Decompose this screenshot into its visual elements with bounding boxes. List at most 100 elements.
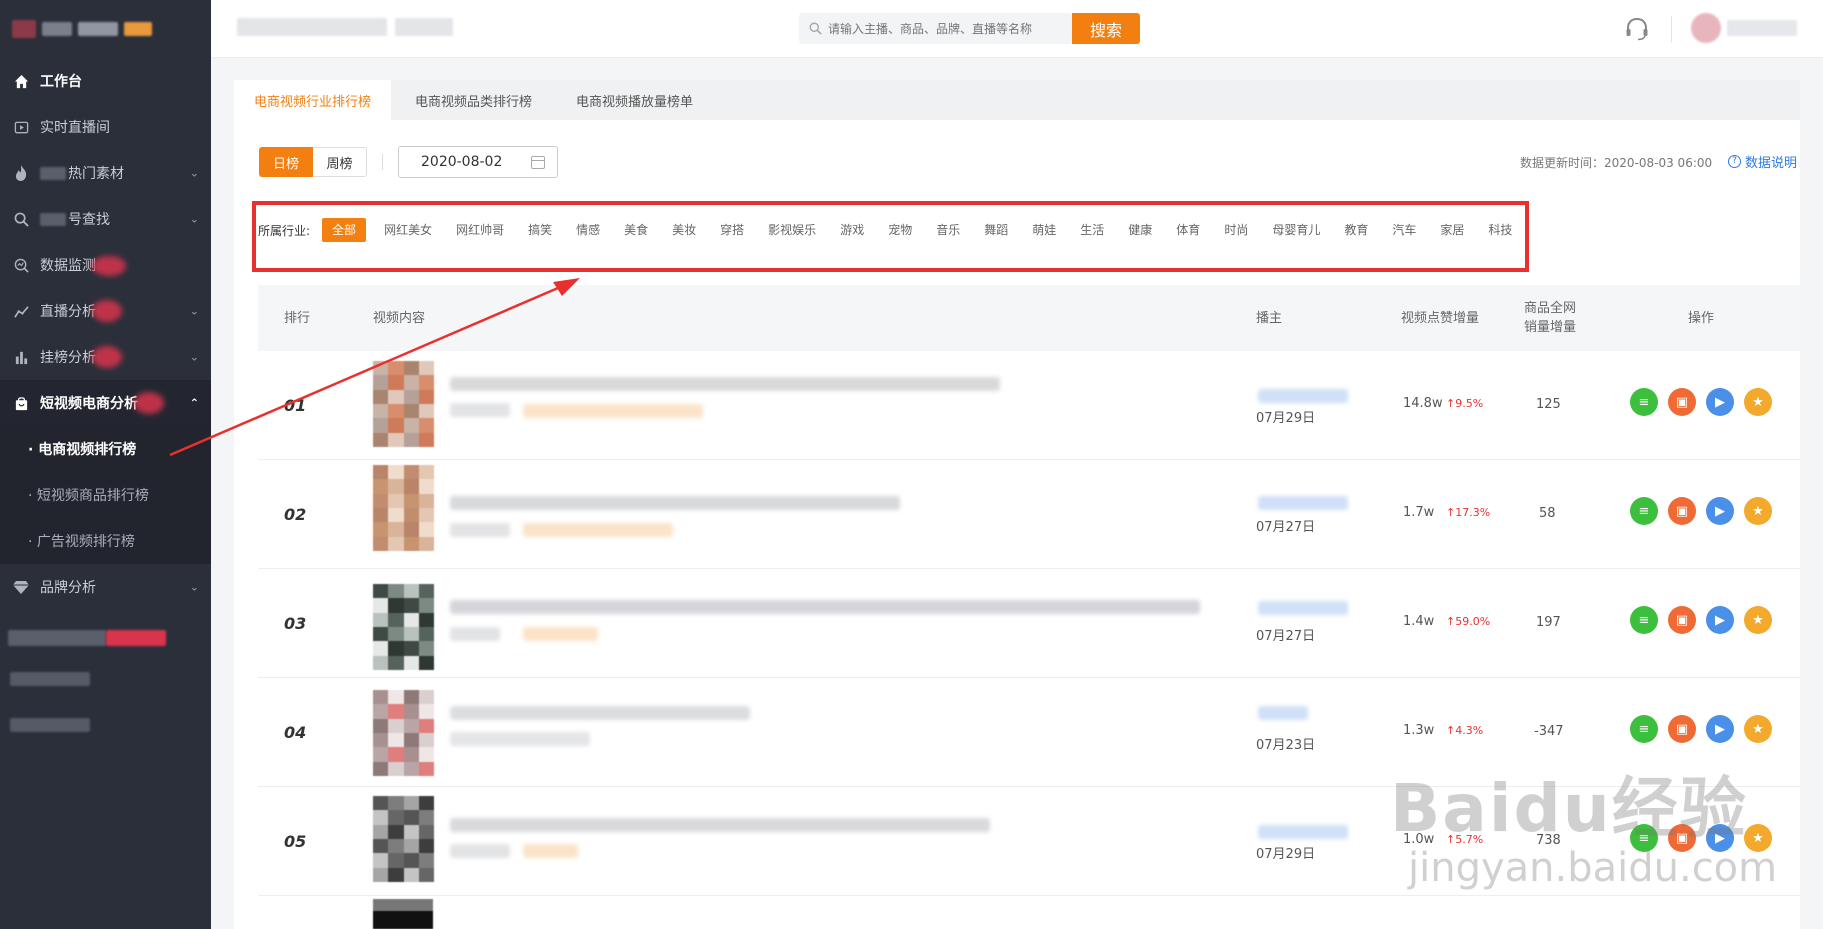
blurred-meta	[450, 732, 590, 746]
video-thumbnail[interactable]	[373, 796, 434, 882]
search-button[interactable]: 搜索	[1072, 13, 1140, 44]
daily-button[interactable]: 日榜	[259, 147, 313, 177]
video-thumbnail[interactable]	[373, 361, 434, 447]
table-row[interactable]: 05 07月29日 1.0w ↑5.7% 738 ≡ ▣ ▶ ★	[258, 787, 1800, 896]
play-button[interactable]: ▶	[1706, 497, 1734, 525]
chevron-down-icon: ⌄	[189, 350, 199, 364]
detail-list-button[interactable]: ≡	[1630, 606, 1658, 634]
tab-industry-ranking[interactable]: 电商视频行业排行榜	[234, 80, 392, 120]
detail-list-button[interactable]: ≡	[1630, 824, 1658, 852]
sidebar-sub-ad-video-ranking[interactable]: · 广告视频排行榜	[0, 518, 211, 564]
video-thumbnail[interactable]	[373, 690, 434, 776]
detail-list-button[interactable]: ≡	[1630, 497, 1658, 525]
tab-play-count-ranking[interactable]: 电商视频播放量榜单	[556, 80, 714, 120]
product-bag-button[interactable]: ▣	[1668, 388, 1696, 416]
sidebar-item-live-room[interactable]: 实时直播间	[0, 104, 211, 150]
data-help-link[interactable]: ? 数据说明	[1728, 152, 1797, 171]
favorite-star-button[interactable]: ★	[1744, 388, 1772, 416]
blurred-title	[450, 600, 1200, 614]
sidebar-item-hot-material[interactable]: 热门素材 ⌄	[0, 150, 211, 196]
blurred-title	[450, 377, 1000, 391]
blurred-title	[450, 818, 990, 832]
date-picker[interactable]: 2020-08-02	[398, 146, 558, 178]
blurred-sidebar-entries	[0, 620, 211, 748]
sidebar-item-label: 实时直播间	[40, 120, 110, 136]
blurred-meta	[450, 523, 510, 537]
table-header: 排行 视频内容 播主 视频点赞增量 商品全网 销量增量 操作	[258, 285, 1800, 351]
sidebar-sub-ecommerce-video-ranking[interactable]: · 电商视频排行榜	[0, 426, 211, 472]
sidebar-sub-label: · 短视频商品排行榜	[28, 488, 149, 504]
row-actions: ≡ ▣ ▶ ★	[1630, 606, 1772, 634]
sidebar-item-data-monitor[interactable]: 数据监测	[0, 242, 211, 288]
sidebar-item-list-analysis[interactable]: 挂榜分析 ⌄	[0, 334, 211, 380]
row-actions: ≡ ▣ ▶ ★	[1630, 497, 1772, 525]
product-bag-button[interactable]: ▣	[1668, 497, 1696, 525]
sidebar-item-workbench[interactable]: 工作台	[0, 58, 211, 104]
product-bag-button[interactable]: ▣	[1668, 606, 1696, 634]
row-actions: ≡ ▣ ▶ ★	[1630, 824, 1772, 852]
anchor-date: 07月29日	[1256, 411, 1316, 426]
play-button[interactable]: ▶	[1706, 715, 1734, 743]
header-likes-increase: 视频点赞增量	[1401, 310, 1480, 326]
search-input[interactable]	[828, 21, 1058, 36]
play-button[interactable]: ▶	[1706, 606, 1734, 634]
rank-number: 01	[284, 396, 307, 415]
blurred-anchor	[1258, 496, 1348, 510]
annotation-frame	[252, 201, 1529, 272]
anchor-date: 07月27日	[1256, 629, 1316, 644]
play-square-icon	[12, 118, 30, 136]
likes-value: 1.0w	[1403, 832, 1435, 847]
detail-list-button[interactable]: ≡	[1630, 388, 1658, 416]
sidebar-item-label: 直播分析	[40, 304, 96, 320]
detail-list-button[interactable]: ≡	[1630, 715, 1658, 743]
bar-chart-icon	[12, 348, 30, 366]
search-field[interactable]	[799, 13, 1072, 44]
headset-icon[interactable]	[1624, 16, 1650, 42]
partial-thumbnail	[373, 899, 433, 929]
favorite-star-button[interactable]: ★	[1744, 715, 1772, 743]
header-sales-line1: 商品全网	[1524, 301, 1577, 316]
row-actions: ≡ ▣ ▶ ★	[1630, 715, 1772, 743]
weekly-button[interactable]: 周榜	[313, 147, 367, 177]
play-button[interactable]: ▶	[1706, 824, 1734, 852]
search-icon	[12, 210, 30, 228]
chevron-down-icon: ⌄	[189, 580, 199, 594]
likes-percent: ↑5.7%	[1446, 833, 1484, 846]
product-bag-button[interactable]: ▣	[1668, 824, 1696, 852]
tab-category-ranking[interactable]: 电商视频品类排行榜	[395, 80, 553, 120]
likes-value: 1.7w	[1403, 505, 1435, 520]
sidebar-item-short-video-ecommerce[interactable]: 短视频电商分析 ⌃	[0, 380, 211, 426]
home-icon	[12, 72, 30, 90]
table-row[interactable]: 04 07月23日 1.3w ↑4.3% -347 ≡ ▣ ▶ ★	[258, 678, 1800, 787]
blurred-anchor	[1258, 825, 1348, 839]
blurred-anchor	[1258, 389, 1348, 403]
blurred-title	[450, 706, 750, 720]
sales-value: -347	[1534, 724, 1564, 739]
sidebar-item-account-search[interactable]: 号查找 ⌄	[0, 196, 211, 242]
sidebar-item-label: 工作台	[40, 74, 82, 90]
sales-value: 125	[1536, 397, 1561, 412]
shopping-bag-icon	[12, 394, 30, 412]
sidebar-item-brand-analysis[interactable]: 品牌分析 ⌄	[0, 564, 211, 610]
sidebar-item-live-analysis[interactable]: 直播分析 ⌄	[0, 288, 211, 334]
date-value: 2020-08-02	[421, 154, 503, 170]
update-time: 数据更新时间：2020-08-03 06:00	[1520, 156, 1713, 170]
sidebar-item-label: 品牌分析	[40, 580, 96, 596]
product-bag-button[interactable]: ▣	[1668, 715, 1696, 743]
sidebar-sub-short-video-product-ranking[interactable]: · 短视频商品排行榜	[0, 472, 211, 518]
play-button[interactable]: ▶	[1706, 388, 1734, 416]
data-help-label: 数据说明	[1745, 156, 1798, 171]
table-row[interactable]: 02 07月27日 1.7w ↑17.3% 58 ≡ ▣ ▶ ★	[258, 460, 1800, 569]
search-icon	[809, 22, 822, 35]
favorite-star-button[interactable]: ★	[1744, 824, 1772, 852]
blurred-tag	[523, 523, 673, 537]
table-row[interactable]: 03 07月27日 1.4w ↑59.0% 197 ≡ ▣ ▶ ★	[258, 569, 1800, 678]
table-row[interactable]: 01 07月29日 14.8w ↑9.5% 125 ≡ ▣ ▶ ★	[258, 351, 1800, 460]
video-thumbnail[interactable]	[373, 584, 434, 670]
video-thumbnail[interactable]	[373, 465, 434, 551]
user-avatar[interactable]	[1691, 13, 1797, 43]
sidebar-item-label: 热门素材	[68, 166, 124, 182]
favorite-star-button[interactable]: ★	[1744, 606, 1772, 634]
favorite-star-button[interactable]: ★	[1744, 497, 1772, 525]
question-icon: ?	[1728, 155, 1741, 168]
